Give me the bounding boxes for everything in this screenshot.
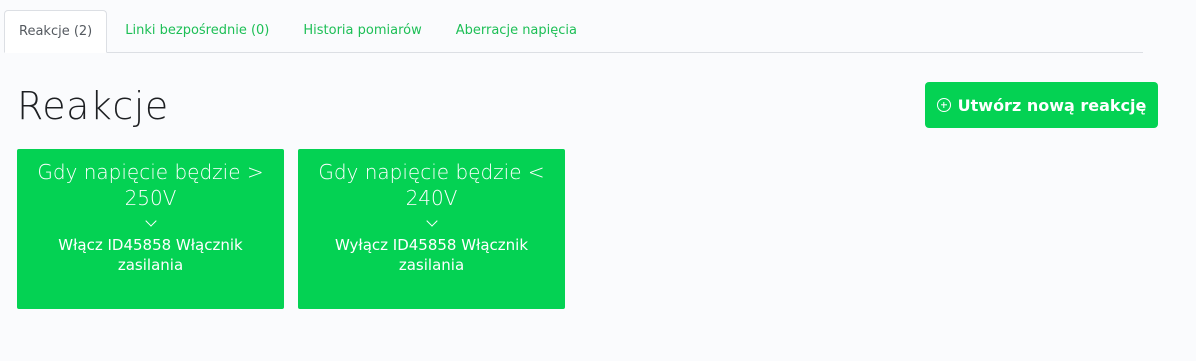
reaction-condition: Gdy napięcie będzie < 240V [318,160,545,210]
reaction-action: Włącz ID45858 Włącznik zasilania [58,236,243,274]
tab-bar: Reakcje (2) Linki bezpośrednie (0) Histo… [4,10,1143,53]
create-reaction-button[interactable]: Utwórz nową reakcję [925,82,1158,128]
tab-reactions[interactable]: Reakcje (2) [4,10,108,53]
reaction-list: Gdy napięcie będzie > 250V Włącz ID45858… [17,149,565,309]
tab-measurement-history[interactable]: Historia pomiarów [287,10,437,52]
page: Reakcje (2) Linki bezpośrednie (0) Histo… [0,0,1196,361]
reaction-card[interactable]: Gdy napięcie będzie > 250V Włącz ID45858… [17,149,284,309]
page-title: Reakcje [17,84,169,128]
reaction-condition: Gdy napięcie będzie > 250V [37,160,264,210]
reaction-card[interactable]: Gdy napięcie będzie < 240V Wyłącz ID4585… [298,149,565,309]
chevron-down-icon [146,219,156,229]
tab-direct-links[interactable]: Linki bezpośrednie (0) [109,10,285,52]
plus-circle-icon [936,98,951,112]
create-reaction-label: Utwórz nową reakcję [957,95,1147,115]
tab-voltage-aberrations[interactable]: Aberracje napięcia [440,10,593,52]
chevron-down-icon [427,219,437,229]
reaction-action: Wyłącz ID45858 Włącznik zasilania [334,236,528,274]
